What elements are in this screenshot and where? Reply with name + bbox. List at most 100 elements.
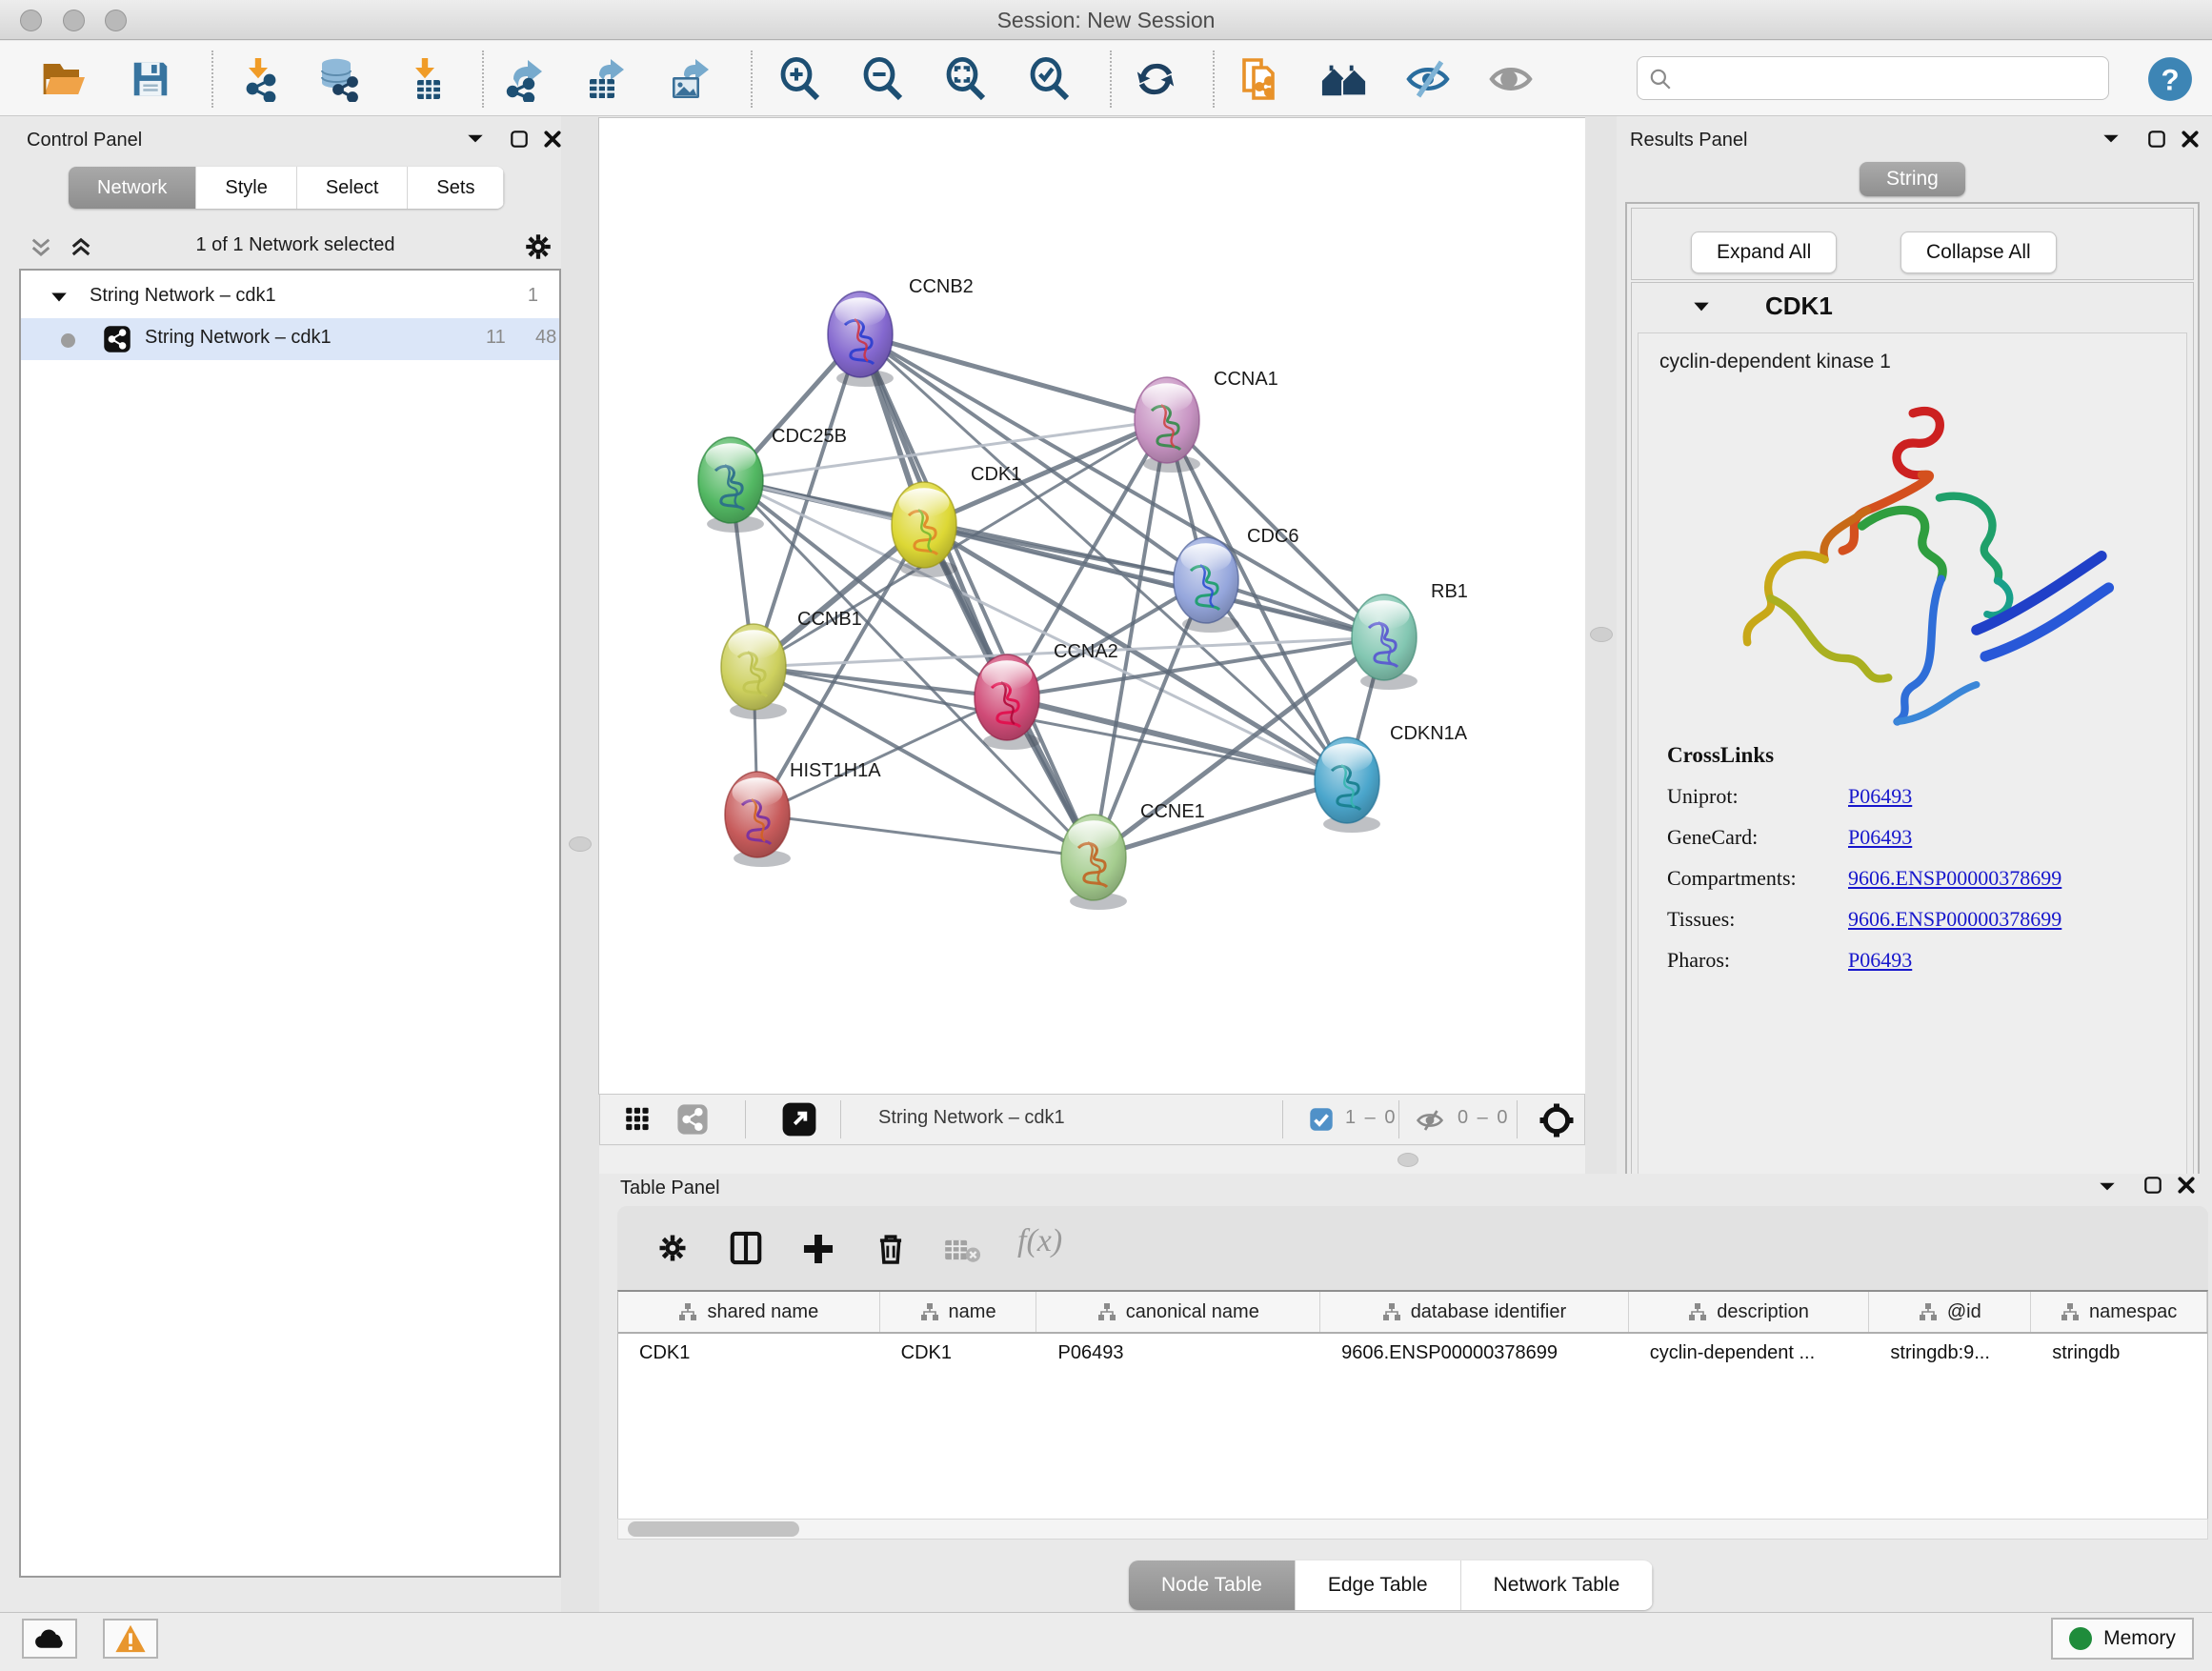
grid-view-icon[interactable] [625, 1105, 655, 1138]
node-table[interactable]: shared namenamecanonical namedatabase id… [617, 1290, 2208, 1519]
network-view-badge-icon[interactable] [676, 1103, 709, 1140]
tab-string[interactable]: String [1860, 162, 1965, 196]
zoom-selected-icon[interactable] [1025, 54, 1075, 104]
crosslink-link[interactable]: 9606.ENSP00000378699 [1848, 866, 2061, 891]
table-cell[interactable]: 9606.ENSP00000378699 [1320, 1334, 1629, 1376]
zoom-in-icon[interactable] [775, 54, 825, 104]
add-column-icon[interactable] [800, 1231, 836, 1272]
expand-all-button[interactable]: Expand All [1691, 232, 1837, 273]
crosslink-link[interactable]: P06493 [1848, 948, 1912, 973]
table-row[interactable]: CDK1CDK1P064939606.ENSP00000378699cyclin… [618, 1334, 2207, 1376]
right-splitter[interactable] [1585, 116, 1617, 1174]
table-horizontal-scrollbar[interactable] [617, 1519, 2208, 1540]
import-network-database-icon[interactable] [313, 54, 363, 104]
collapse-all-button[interactable]: Collapse All [1900, 232, 2057, 273]
edge-CDKN1A-CCNE1[interactable] [1094, 780, 1347, 857]
splitter-handle[interactable] [1590, 627, 1613, 642]
left-splitter[interactable] [561, 116, 599, 1612]
export-network-icon[interactable] [500, 54, 550, 104]
import-network-file-icon[interactable] [233, 54, 283, 104]
copy-network-icon[interactable] [1235, 54, 1284, 104]
tab-node-table[interactable]: Node Table [1129, 1560, 1296, 1610]
float-panel-icon[interactable] [2097, 1178, 2118, 1199]
open-session-icon[interactable] [39, 54, 89, 104]
tab-style[interactable]: Style [196, 167, 296, 209]
export-table-icon[interactable] [582, 54, 632, 104]
undock-panel-icon[interactable] [2142, 1176, 2163, 1199]
node-CDC25B[interactable]: CDC25B [698, 426, 847, 533]
first-neighbors-icon[interactable] [1319, 54, 1369, 104]
splitter-handle[interactable] [1398, 1153, 1418, 1167]
node-RB1[interactable]: RB1 [1352, 581, 1468, 690]
close-panel-icon[interactable] [2177, 1176, 2196, 1199]
column-header--id[interactable]: @id [1869, 1292, 2031, 1332]
splitter-handle[interactable] [569, 836, 592, 852]
network-collection-row[interactable]: String Network – cdk1 1 [21, 276, 559, 318]
crosslink-link[interactable]: 9606.ENSP00000378699 [1848, 907, 2061, 932]
delete-table-icon[interactable] [943, 1237, 981, 1268]
crosslink-link[interactable]: P06493 [1848, 784, 1912, 809]
edge-CCNB2-CCNE1[interactable] [860, 334, 1094, 857]
tab-select[interactable]: Select [297, 167, 409, 209]
table-cell[interactable]: CDK1 [880, 1334, 1037, 1376]
column-header-database-identifier[interactable]: database identifier [1320, 1292, 1629, 1332]
show-all-icon[interactable] [1486, 54, 1536, 104]
import-table-file-icon[interactable] [400, 54, 450, 104]
scrollbar-thumb[interactable] [628, 1521, 799, 1537]
gene-section-header[interactable]: CDK1 [1632, 283, 2193, 331]
column-header-canonical-name[interactable]: canonical name [1036, 1292, 1320, 1332]
delete-column-icon[interactable] [873, 1229, 909, 1272]
zoom-fit-icon[interactable] [941, 54, 991, 104]
cloud-button[interactable] [22, 1619, 77, 1659]
network-row-selected[interactable]: String Network – cdk1 11 48 [21, 318, 559, 360]
column-header-name[interactable]: name [880, 1292, 1037, 1332]
tab-edge-table[interactable]: Edge Table [1296, 1560, 1461, 1610]
horizontal-splitter[interactable] [599, 1146, 1585, 1174]
zoom-out-icon[interactable] [858, 54, 908, 104]
crosslink-link[interactable]: P06493 [1848, 825, 1912, 850]
warnings-button[interactable] [103, 1619, 158, 1659]
table-cell[interactable]: P06493 [1036, 1334, 1320, 1376]
export-image-icon[interactable] [665, 54, 714, 104]
tab-sets[interactable]: Sets [408, 167, 504, 209]
node-CCNE1[interactable]: CCNE1 [1061, 801, 1205, 910]
table-cell[interactable]: stringdb [2031, 1334, 2207, 1376]
birds-eye-view-icon[interactable] [1538, 1101, 1576, 1144]
show-columns-icon[interactable] [728, 1229, 764, 1272]
expander-icon[interactable] [50, 290, 69, 305]
table-cell[interactable]: cyclin-dependent ... [1629, 1334, 1870, 1376]
close-panel-icon[interactable] [2181, 130, 2200, 153]
function-builder-icon[interactable]: f(x) [1017, 1223, 1062, 1259]
node-CDKN1A[interactable]: CDKN1A [1315, 723, 1468, 833]
edge-HIST1H1A-CCNE1[interactable] [757, 815, 1094, 857]
collapse-section-icon[interactable] [1691, 298, 1712, 315]
save-session-icon[interactable] [126, 54, 175, 104]
edge-CCNB1-CCNA2[interactable] [754, 667, 1007, 697]
open-in-new-view-icon[interactable] [781, 1101, 817, 1142]
node-HIST1H1A[interactable]: HIST1H1A [725, 760, 881, 867]
refresh-icon[interactable] [1131, 54, 1180, 104]
tab-network-table[interactable]: Network Table [1461, 1560, 1654, 1610]
edge-CCNA1-CCNB1[interactable] [754, 420, 1167, 667]
tab-network[interactable]: Network [69, 167, 196, 209]
table-cell[interactable]: stringdb:9... [1869, 1334, 2031, 1376]
float-panel-icon[interactable] [465, 130, 486, 151]
search-input[interactable] [1637, 56, 2109, 100]
selected-checkbox-icon[interactable] [1309, 1107, 1334, 1137]
table-options-gear-icon[interactable] [655, 1231, 690, 1270]
undock-panel-icon[interactable] [509, 130, 530, 153]
float-panel-icon[interactable] [2101, 130, 2122, 151]
column-header-shared-name[interactable]: shared name [618, 1292, 880, 1332]
crosslinks-rows: Uniprot:P06493GeneCard:P06493Compartment… [1667, 784, 2167, 973]
column-header-namespac[interactable]: namespac [2031, 1292, 2207, 1332]
network-canvas[interactable]: CCNB2CCNA1CDC25BCDK1CDC6RB1CCNB1CCNA2CDK… [599, 118, 1585, 1094]
undock-panel-icon[interactable] [2146, 130, 2167, 153]
edge-CCNA2-HIST1H1A[interactable] [757, 697, 1007, 815]
memory-button[interactable]: Memory [2051, 1618, 2194, 1660]
close-panel-icon[interactable] [543, 130, 562, 153]
table-cell[interactable]: CDK1 [618, 1334, 880, 1376]
help-icon[interactable]: ? [2145, 54, 2195, 104]
column-header-description[interactable]: description [1629, 1292, 1870, 1332]
hide-selected-icon[interactable] [1403, 54, 1453, 104]
options-gear-icon[interactable] [522, 231, 554, 268]
